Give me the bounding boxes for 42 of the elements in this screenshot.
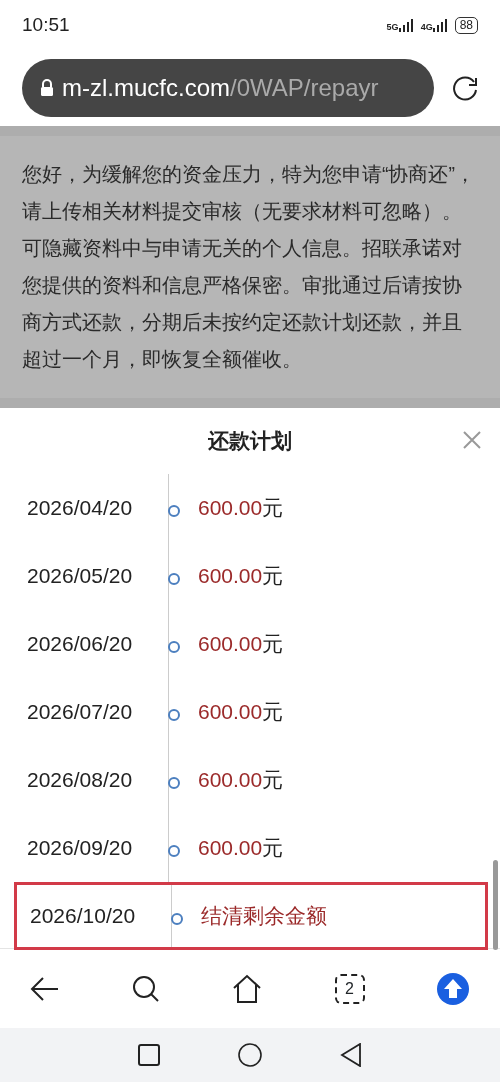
timeline-dot (168, 573, 180, 585)
timeline-dot (168, 709, 180, 721)
close-icon[interactable] (462, 430, 482, 450)
back-icon[interactable] (30, 974, 60, 1003)
lock-icon (40, 79, 54, 97)
amount-text: 600.00元 (198, 563, 284, 590)
recent-apps-icon[interactable] (138, 1044, 160, 1066)
timeline-dot (168, 777, 180, 789)
signal-icon (398, 18, 413, 32)
due-date: 2026/08/20 (27, 767, 134, 794)
home-circle-icon[interactable] (238, 1043, 262, 1067)
home-icon[interactable] (231, 973, 263, 1004)
network-label: 5G (386, 22, 399, 32)
amount-text: 600.00元 (198, 767, 284, 794)
timeline-dot (168, 845, 180, 857)
amount-text: 600.00元 (198, 495, 284, 522)
timeline-dot (171, 913, 183, 925)
notice-text: 您好，为缓解您的资金压力，特为您申请“协商还”，请上传相关材料提交审核（无要求材料可忽略）。可隐藏资料中与申请无关的个人信息。招联承诺对您提供的资料和信息严格保密。审批通过后请按协商方式还款，分期后未按约定还款计划还款，并且超过一个月，即恢复全额催收。 (0, 136, 500, 398)
clock-time: 10:51 (22, 12, 70, 37)
due-date: 2026/09/20 (27, 835, 134, 862)
due-date: 2026/07/20 (27, 699, 134, 726)
amount-text: 600.00元 (198, 699, 284, 726)
signal-icon (432, 18, 447, 32)
amount-text: 600.00元 (198, 835, 284, 862)
search-icon[interactable] (131, 974, 160, 1003)
due-date: 2026/06/20 (27, 631, 134, 658)
due-date: 2026/10/20 (30, 903, 137, 930)
amount-text: 600.00元 (198, 631, 284, 658)
url-text: m-zl.mucfc.com/0WAP/repayr (62, 73, 379, 103)
address-bar[interactable]: m-zl.mucfc.com/0WAP/repayr (22, 59, 434, 117)
tabs-button[interactable]: 2 (334, 973, 365, 1004)
due-date: 2026/05/20 (27, 563, 134, 590)
sheet-title: 还款计划 (208, 428, 292, 455)
reload-icon[interactable] (450, 73, 480, 103)
due-date: 2026/04/20 (27, 495, 134, 522)
upload-icon[interactable] (436, 971, 470, 1006)
back-triangle-icon[interactable] (340, 1043, 362, 1067)
network-label: 4G (420, 22, 433, 32)
amount-text: 结清剩余金额 (201, 903, 327, 930)
timeline-dot (168, 641, 180, 653)
battery-indicator: 88 (454, 16, 478, 34)
timeline-dot (168, 505, 180, 517)
